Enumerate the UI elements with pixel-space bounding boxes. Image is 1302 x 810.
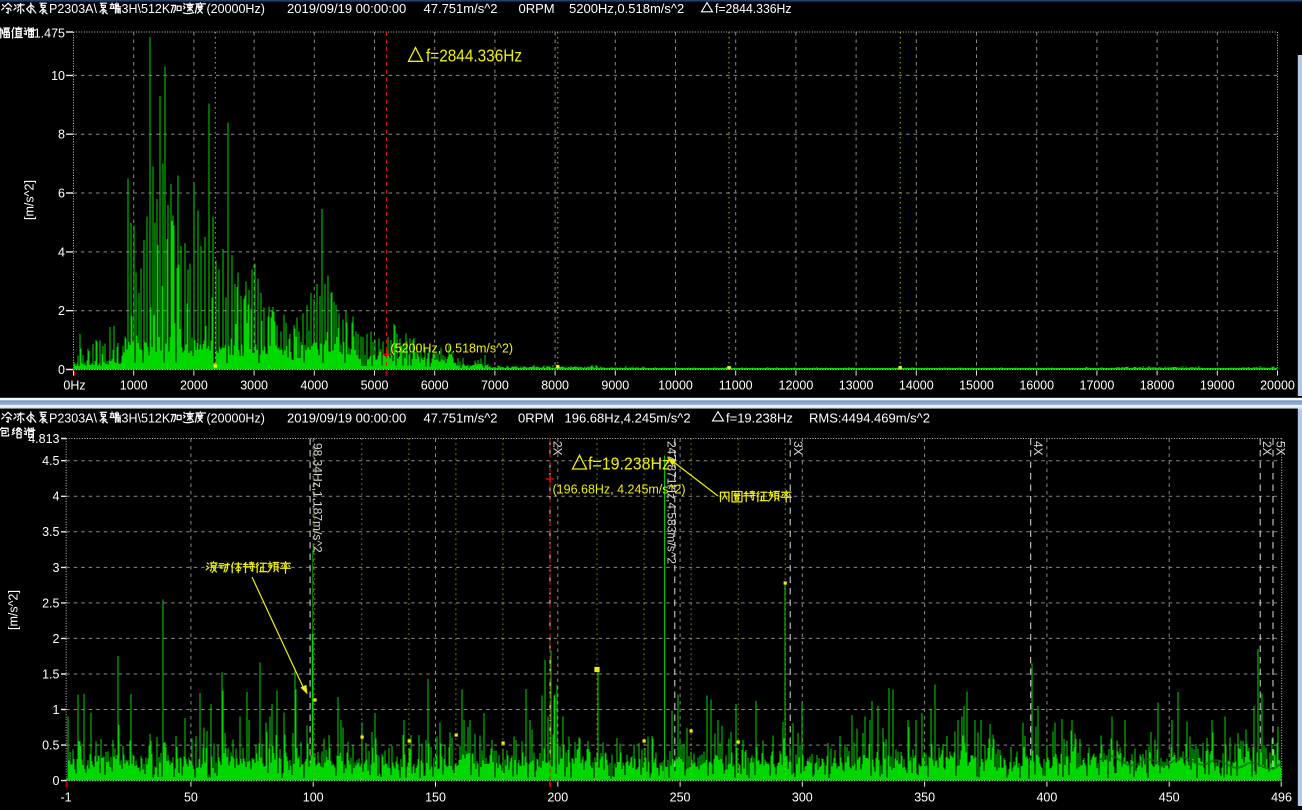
svg-text:0Hz: 0Hz xyxy=(63,379,85,393)
svg-text:0: 0 xyxy=(53,774,60,788)
svg-text:150: 150 xyxy=(425,791,446,805)
svg-text:-1: -1 xyxy=(60,791,71,805)
svg-text:4000: 4000 xyxy=(300,379,328,393)
svg-text:0: 0 xyxy=(58,363,65,377)
svg-text:4.5: 4.5 xyxy=(42,454,59,468)
svg-text:f=19.238Hz: f=19.238Hz xyxy=(588,453,670,473)
svg-text:11000: 11000 xyxy=(719,379,753,393)
svg-text:47.751m/s^2: 47.751m/s^2 xyxy=(424,1,498,16)
svg-text:350: 350 xyxy=(914,791,935,805)
svg-text:P2303A\: P2303A\ xyxy=(49,2,97,16)
svg-text:2X: 2X xyxy=(551,441,565,456)
svg-text:250: 250 xyxy=(670,791,691,805)
svg-text:5000: 5000 xyxy=(361,379,389,393)
svg-text:98.34Hz,1.187m/s^2: 98.34Hz,1.187m/s^2 xyxy=(311,443,325,553)
svg-text:0RPM: 0RPM xyxy=(519,1,555,16)
svg-text:2.5: 2.5 xyxy=(42,596,59,610)
svg-text:3.5: 3.5 xyxy=(42,525,59,539)
svg-text:17000: 17000 xyxy=(1080,379,1115,393)
svg-text:7000: 7000 xyxy=(481,379,509,393)
svg-text:18000: 18000 xyxy=(1140,379,1175,393)
svg-text:3: 3 xyxy=(53,561,60,575)
svg-text:16000: 16000 xyxy=(1019,379,1054,393)
svg-text:1.5: 1.5 xyxy=(42,667,59,681)
svg-text:12000: 12000 xyxy=(779,379,814,393)
svg-text:f=2844.336Hz: f=2844.336Hz xyxy=(426,46,522,66)
svg-text:(196.68Hz, 4.245m/s^2): (196.68Hz, 4.245m/s^2) xyxy=(553,482,686,496)
svg-text:196.68Hz,4.245m/s^2: 196.68Hz,4.245m/s^2 xyxy=(565,410,691,425)
svg-text:3X: 3X xyxy=(791,441,805,456)
svg-text:3H\: 3H\ xyxy=(122,2,142,16)
svg-text:9000: 9000 xyxy=(601,379,629,393)
svg-text:2X: 2X xyxy=(1260,441,1274,456)
svg-text:(5200Hz, 0.518m/s^2): (5200Hz, 0.518m/s^2) xyxy=(391,341,514,355)
svg-text:4X: 4X xyxy=(1031,441,1045,456)
svg-text:15000: 15000 xyxy=(959,379,994,393)
svg-text:5200Hz,0.518m/s^2: 5200Hz,0.518m/s^2 xyxy=(569,1,684,16)
svg-text:3000: 3000 xyxy=(240,379,268,393)
svg-text:8000: 8000 xyxy=(541,379,569,393)
svg-text:RMS:4494.469m/s^2: RMS:4494.469m/s^2 xyxy=(809,410,930,425)
svg-text:[m/s^2]: [m/s^2] xyxy=(7,590,21,630)
svg-text:2: 2 xyxy=(58,304,65,318)
svg-text:[m/s^2]: [m/s^2] xyxy=(23,180,37,220)
svg-text:512K: 512K xyxy=(141,411,171,425)
svg-text:400: 400 xyxy=(1036,791,1057,805)
svg-text:300: 300 xyxy=(792,791,813,805)
svg-text:P2303A\: P2303A\ xyxy=(49,411,97,425)
svg-text:f=2844.336Hz: f=2844.336Hz xyxy=(715,1,792,16)
svg-text:4: 4 xyxy=(58,245,65,259)
svg-text:47.751m/s^2: 47.751m/s^2 xyxy=(424,410,498,425)
svg-text:10: 10 xyxy=(51,69,65,83)
svg-text:6: 6 xyxy=(58,186,65,200)
svg-text:2019/09/19 00:00:00: 2019/09/19 00:00:00 xyxy=(287,1,406,16)
svg-text:1: 1 xyxy=(53,703,60,717)
svg-text:11.475: 11.475 xyxy=(28,27,65,41)
svg-text:200: 200 xyxy=(547,791,568,805)
svg-text:4: 4 xyxy=(53,490,60,504)
svg-text:100: 100 xyxy=(303,791,324,805)
svg-text:512K: 512K xyxy=(141,2,171,16)
svg-text:0.5: 0.5 xyxy=(42,738,59,752)
svg-text:2000: 2000 xyxy=(180,379,208,393)
svg-text:(20000Hz): (20000Hz) xyxy=(207,2,265,16)
svg-text:2019/09/19 00:00:00: 2019/09/19 00:00:00 xyxy=(287,410,406,425)
svg-text:0RPM: 0RPM xyxy=(518,410,554,425)
svg-text:1000: 1000 xyxy=(120,379,148,393)
svg-text:f=19.238Hz: f=19.238Hz xyxy=(726,410,793,425)
svg-text:(20000Hz): (20000Hz) xyxy=(207,411,265,425)
svg-text:496: 496 xyxy=(1271,791,1292,805)
svg-text:20000: 20000 xyxy=(1260,379,1295,393)
svg-text:5X: 5X xyxy=(1274,441,1288,456)
svg-text:13000: 13000 xyxy=(839,379,874,393)
svg-text:450: 450 xyxy=(1159,791,1180,805)
svg-text:14000: 14000 xyxy=(899,379,934,393)
svg-text:8: 8 xyxy=(58,128,65,142)
svg-text:50: 50 xyxy=(184,791,198,805)
svg-text:19000: 19000 xyxy=(1200,379,1235,393)
svg-text:3H\: 3H\ xyxy=(122,411,142,425)
svg-text:10000: 10000 xyxy=(658,379,693,393)
svg-text:2: 2 xyxy=(53,632,60,646)
svg-text:4.813: 4.813 xyxy=(28,432,59,446)
svg-text:6000: 6000 xyxy=(421,379,449,393)
